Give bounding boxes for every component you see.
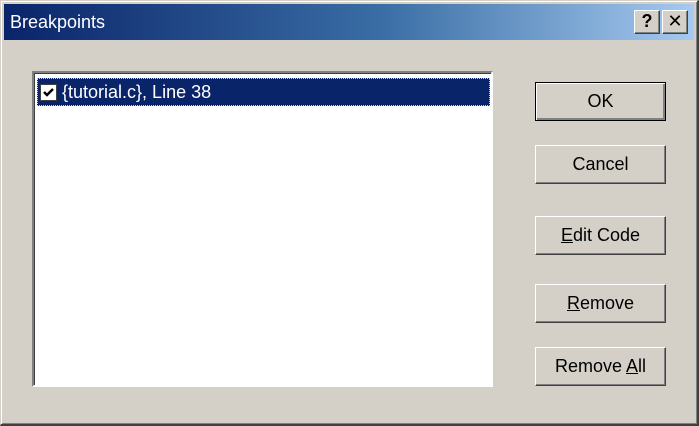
check-icon xyxy=(43,88,54,97)
breakpoints-list[interactable]: {tutorial.c}, Line 38 xyxy=(32,71,493,387)
edit-code-label: dit Code xyxy=(572,225,641,245)
cancel-button[interactable]: Cancel xyxy=(535,145,666,184)
list-item[interactable]: {tutorial.c}, Line 38 xyxy=(37,78,490,106)
remove-all-label-start: Remove xyxy=(554,356,627,376)
breakpoint-label: {tutorial.c}, Line 38 xyxy=(62,82,212,102)
help-button[interactable]: ? xyxy=(634,10,660,34)
remove-all-label-end: ll xyxy=(638,356,647,376)
breakpoint-checkbox[interactable] xyxy=(40,84,57,101)
remove-all-button[interactable]: Remove All xyxy=(535,347,666,386)
close-button[interactable]: ✕ xyxy=(662,10,688,34)
ok-button[interactable]: OK xyxy=(535,82,666,121)
title-bar[interactable]: Breakpoints ? ✕ xyxy=(4,4,694,40)
close-icon: ✕ xyxy=(667,11,683,31)
edit-code-mnemonic: E xyxy=(560,225,573,245)
breakpoints-dialog: Breakpoints ? ✕ {tutorial.c}, Line 38 OK… xyxy=(0,0,699,426)
remove-button[interactable]: Remove xyxy=(535,284,666,323)
remove-all-mnemonic: A xyxy=(626,356,639,376)
remove-label: emove xyxy=(579,293,635,313)
window-title: Breakpoints xyxy=(10,12,106,32)
remove-mnemonic: R xyxy=(566,293,580,313)
edit-code-button[interactable]: Edit Code xyxy=(535,216,666,255)
